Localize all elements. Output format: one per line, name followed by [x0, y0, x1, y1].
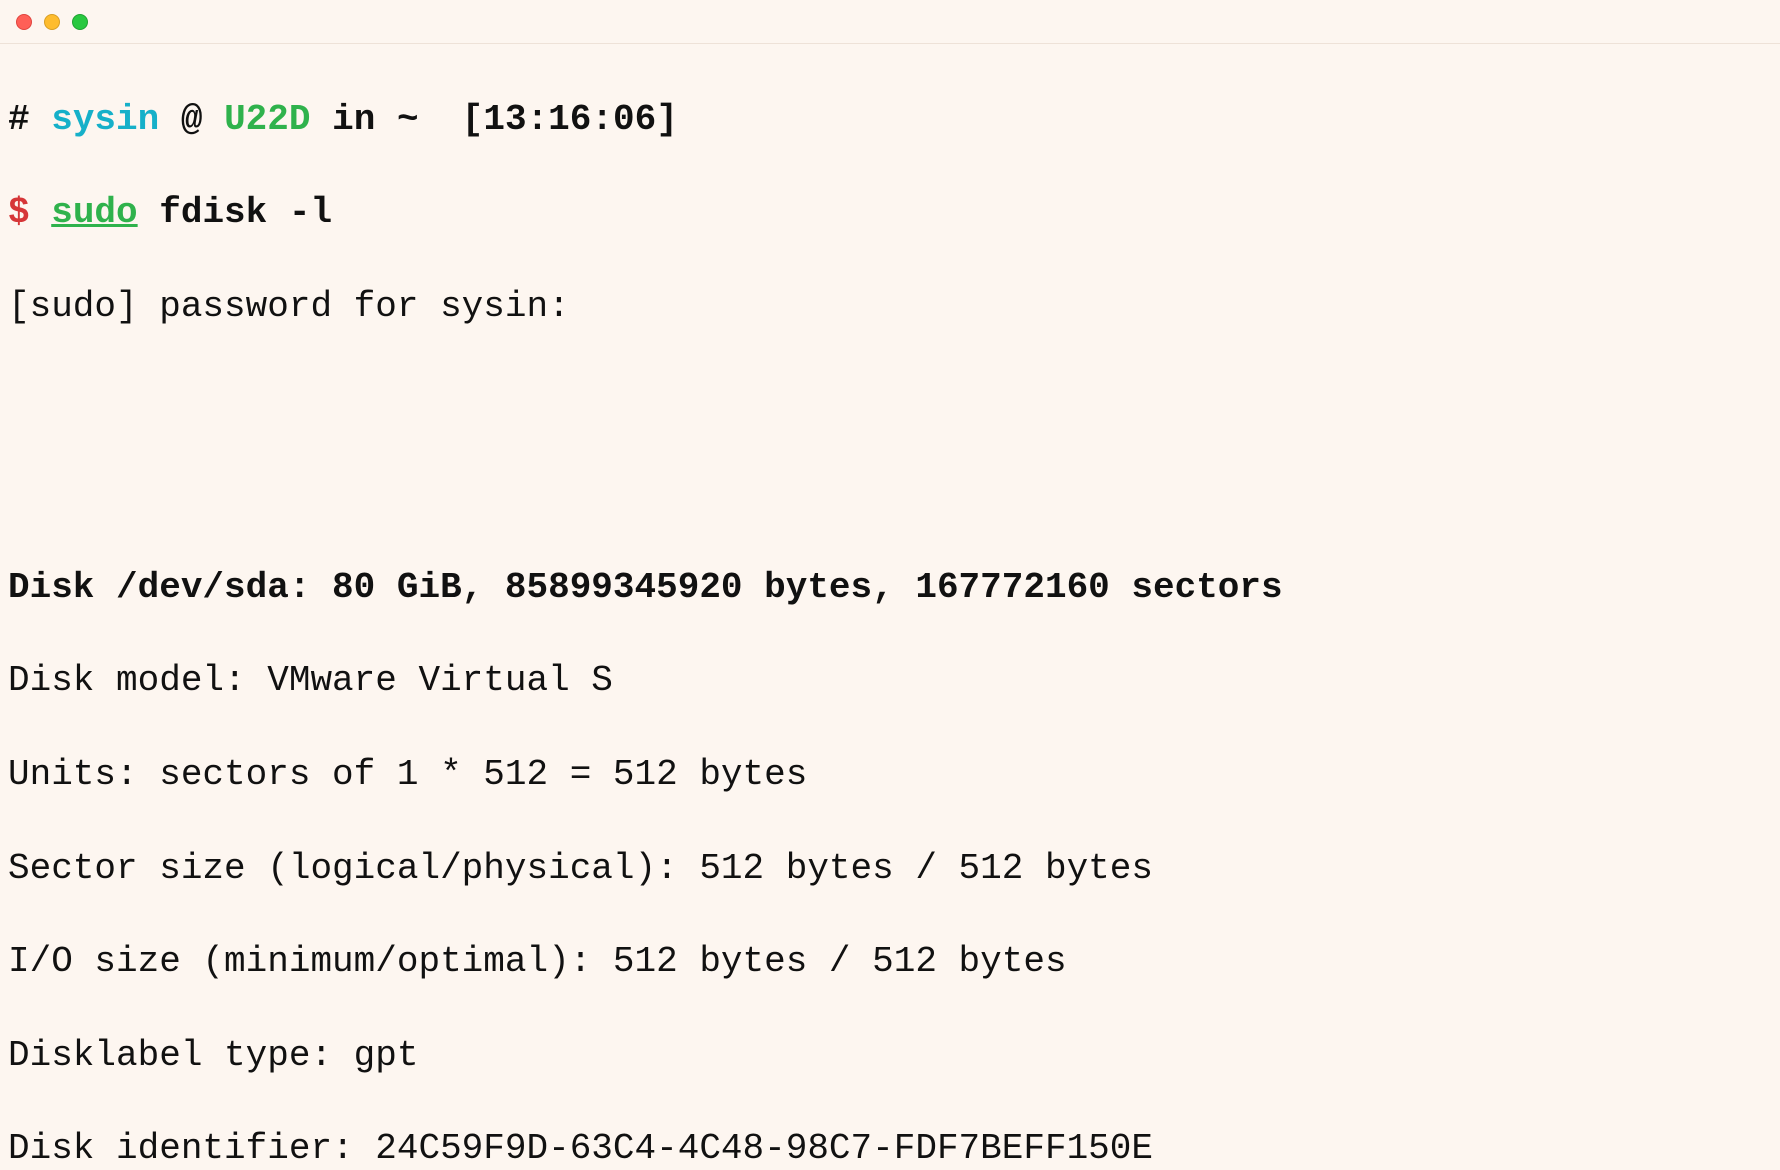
disk-a-sector: Sector size (logical/physical): 512 byte… [8, 846, 1772, 893]
disk-a-header: Disk /dev/sda: 80 GiB, 85899345920 bytes… [8, 565, 1772, 612]
prompt-host: U22D [224, 99, 310, 140]
command-line: $ sudo fdisk -l [8, 190, 1772, 237]
disk-a-identifier: Disk identifier: 24C59F9D-63C4-4C48-98C7… [8, 1126, 1772, 1170]
sudo-password-line: [sudo] password for sysin: [8, 284, 1772, 331]
blank-line [8, 471, 1772, 518]
prompt-hash: # [8, 99, 30, 140]
prompt-dollar: $ [8, 192, 30, 233]
close-icon[interactable] [16, 14, 32, 30]
blank-line [8, 378, 1772, 425]
prompt-in: in [332, 99, 375, 140]
disk-a-labeltype: Disklabel type: gpt [8, 1033, 1772, 1080]
disk-a-model: Disk model: VMware Virtual S [8, 658, 1772, 705]
prompt-at: @ [181, 99, 203, 140]
prompt-time: [13:16:06] [462, 99, 678, 140]
command-rest: fdisk -l [159, 192, 332, 233]
prompt-user: sysin [51, 99, 159, 140]
prompt-line: # sysin @ U22D in ~ [13:16:06] [8, 97, 1772, 144]
disk-a-io: I/O size (minimum/optimal): 512 bytes / … [8, 939, 1772, 986]
zoom-icon[interactable] [72, 14, 88, 30]
prompt-path: ~ [397, 99, 419, 140]
terminal-output[interactable]: # sysin @ U22D in ~ [13:16:06] $ sudo fd… [0, 44, 1780, 1170]
window-titlebar [0, 0, 1780, 44]
minimize-icon[interactable] [44, 14, 60, 30]
disk-a-units: Units: sectors of 1 * 512 = 512 bytes [8, 752, 1772, 799]
command-sudo: sudo [51, 192, 137, 233]
